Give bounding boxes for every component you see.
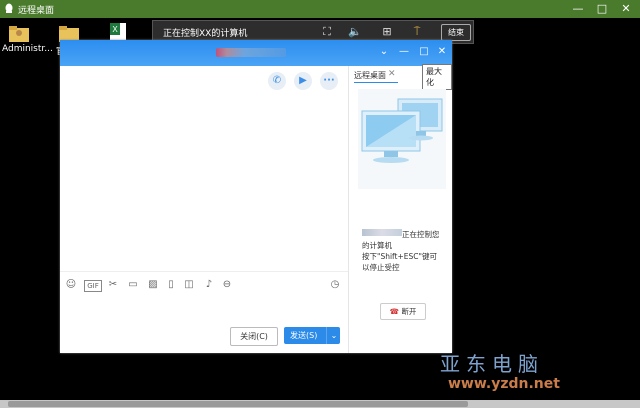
volume-icon[interactable]: 🔈 (347, 24, 363, 40)
gif-icon[interactable]: GIF (84, 280, 102, 292)
tab-close-icon[interactable]: ✕ (388, 69, 396, 79)
control-message-line3: 按下"Shift+ESC"键可 (362, 252, 437, 261)
maximize-tooltip: 最大化 (422, 64, 452, 90)
chat-window: ⌄ — □ ✕ 最大化 ✆ ▶ ··· ☺ GIF ✂ ▭ ▨ ▯ ◫ ♪ ⊖ … (60, 40, 452, 353)
control-message-line1: 正在控制您 (402, 230, 440, 239)
panel-divider (348, 66, 349, 353)
music-icon[interactable]: ♪ (202, 278, 216, 292)
video-call-icon[interactable]: ▶ (294, 72, 312, 90)
outer-close-button[interactable]: ✕ (614, 0, 638, 18)
outer-window-title: 远程桌面 (18, 6, 55, 16)
watermark-chinese: 亚东电脑 (440, 352, 544, 376)
fit-screen-icon[interactable]: ⛶ (319, 24, 335, 40)
control-message-line4: 以停止受控 (362, 263, 400, 272)
remote-control-status: 正在控制XX的计算机 (163, 29, 248, 39)
screen-layout-icon[interactable]: ⊞ (379, 24, 395, 40)
shake-icon[interactable]: ◫ (182, 278, 196, 292)
emoji-icon[interactable]: ☺ (64, 278, 78, 292)
voice-call-icon[interactable]: ✆ (268, 72, 286, 90)
folder-user-icon[interactable] (8, 22, 30, 44)
folder-icon[interactable]: ▭ (126, 278, 140, 292)
outer-maximize-button[interactable]: □ (590, 0, 614, 18)
chat-header: ⌄ — □ ✕ (60, 40, 452, 66)
desktop-icon-label-admin[interactable]: Administr... (2, 44, 53, 54)
disconnect-button[interactable]: ☎ 断开 (380, 303, 426, 320)
remote-desktop-illustration (358, 89, 446, 189)
svg-text:X: X (112, 25, 118, 34)
disconnect-label: 断开 (401, 307, 417, 316)
hangup-icon: ☎ (389, 307, 399, 316)
send-button[interactable]: 发送(S) ⌄ (284, 327, 340, 344)
scissors-icon[interactable]: ✂ (106, 278, 120, 292)
history-icon[interactable]: ◷ (328, 278, 342, 292)
watermark-url: www.yzdn.net (448, 376, 560, 392)
outer-minimize-button[interactable]: — (566, 0, 590, 18)
contact-name-blurred (216, 48, 286, 57)
tab-underline (354, 82, 398, 83)
send-options-dropdown[interactable]: ⌄ (326, 327, 341, 344)
chat-maximize-button[interactable]: □ (416, 44, 432, 60)
scrollbar-thumb[interactable] (8, 401, 468, 407)
message-area[interactable] (60, 66, 348, 353)
controller-name-blurred (362, 229, 402, 236)
chat-minimize-button[interactable]: — (396, 44, 412, 60)
control-message-line2: 的计算机 (362, 241, 392, 250)
chat-dropdown-button[interactable]: ⌄ (376, 44, 392, 60)
more-tools-icon[interactable]: ⊖ (220, 278, 234, 292)
send-button-label[interactable]: 发送(S) (290, 327, 317, 344)
close-chat-button[interactable]: 关闭(C) (230, 327, 278, 346)
end-control-button[interactable]: 结束 (441, 24, 471, 41)
remote-desktop-app-icon (5, 3, 13, 13)
outer-title-bar: 远程桌面 — □ ✕ (0, 0, 640, 18)
input-divider (60, 271, 348, 272)
chat-close-button[interactable]: ✕ (434, 44, 450, 60)
pin-icon[interactable]: ⍑ (409, 24, 425, 40)
remote-desktop-tab[interactable]: 远程桌面 (354, 70, 386, 81)
image-icon[interactable]: ▨ (146, 278, 160, 292)
phone-screen-icon[interactable]: ▯ (164, 278, 178, 292)
more-options-icon[interactable]: ··· (320, 72, 338, 90)
